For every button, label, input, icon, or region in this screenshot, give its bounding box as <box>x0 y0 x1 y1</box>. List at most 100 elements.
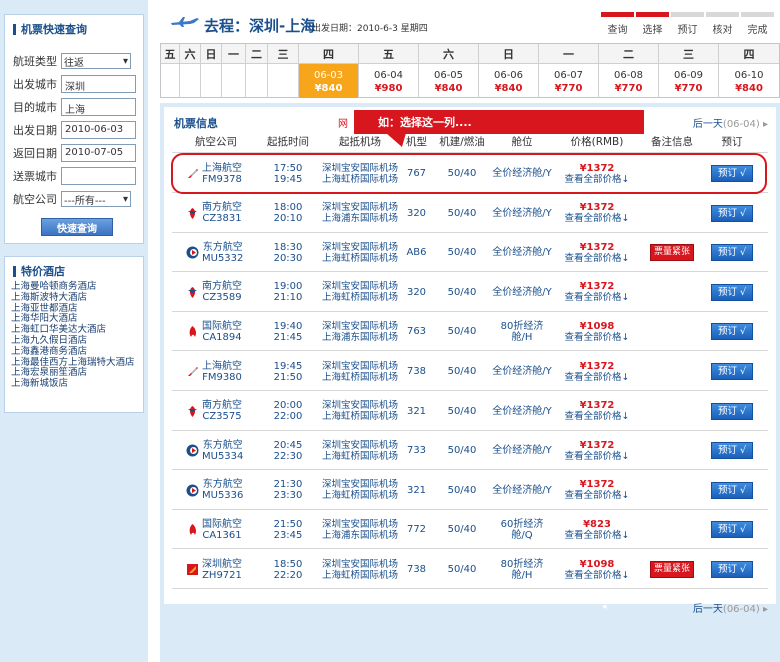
airline-logo-icon <box>186 444 199 457</box>
price-value: ¥1372 <box>579 241 615 253</box>
flight-info-panel: 机票信息 网 如：选择这一列.... 后一天(06-04) ▸ 航空公司 起抵时… <box>164 107 776 604</box>
calendar-day[interactable]: 06-08 ¥770 <box>599 64 659 98</box>
view-all-prices-link[interactable]: 查看全部价格↓ <box>565 530 630 541</box>
flight-row[interactable]: 深圳航空 ZH9721 18:50 22:20 深圳宝安国际机场 上海虹桥国际机场 738 5… <box>172 550 768 589</box>
cabin-class: 全价经济舱/Y <box>492 405 552 417</box>
view-all-prices-link[interactable]: 查看全部价格↓ <box>565 570 630 581</box>
view-all-prices-link[interactable]: 查看全部价格↓ <box>565 411 630 422</box>
calendar-day[interactable]: 06-04 ¥980 <box>359 64 419 98</box>
note-cell <box>642 194 702 233</box>
view-all-prices-link[interactable]: 查看全部价格↓ <box>565 451 630 462</box>
arrow-left-icon[interactable]: ◂ <box>602 602 607 612</box>
book-cell: 预订 √ <box>702 194 762 233</box>
airline-select[interactable]: ---所有--- ▾ <box>61 191 131 207</box>
book-button[interactable]: 预订 √ <box>711 363 753 380</box>
aircraft-model: 321 <box>406 484 427 496</box>
step-query: 查询 <box>601 12 634 36</box>
weekday-header: 日 <box>479 44 539 64</box>
to-city-input[interactable]: 上海 <box>61 98 136 116</box>
airline-name: 深圳航空 <box>202 558 242 570</box>
flight-row[interactable]: 东方航空 MU5332 18:30 20:30 深圳宝安国际机场 上海虹桥国际机场 AB6 5… <box>172 233 768 273</box>
from-city-input[interactable]: 深圳 <box>61 75 136 93</box>
airline-name: 国际航空 <box>202 518 242 530</box>
hotel-link[interactable]: 上海鑫港商务酒店 <box>11 346 135 358</box>
quick-search-button[interactable]: 快速查询 <box>41 218 113 236</box>
flight-row[interactable]: 南方航空 CZ3831 18:00 20:10 深圳宝安国际机场 上海浦东国际机场 320 5… <box>172 194 768 233</box>
hotels-title: 特价酒店 <box>5 257 143 279</box>
book-button[interactable]: 预订 √ <box>711 244 753 262</box>
return-date-row: 返回日期 2010-07-05 <box>13 144 139 162</box>
arrow-right-icon: ▸ <box>759 119 768 130</box>
col-airport: 起抵机场 <box>339 136 381 148</box>
aircraft-model: 763 <box>406 326 427 338</box>
book-button[interactable]: 预订 √ <box>711 204 753 222</box>
delivery-city-input[interactable] <box>61 167 136 185</box>
cabin-class: 全价经济舱/Y <box>492 445 552 457</box>
calendar-day[interactable]: 06-09 ¥770 <box>659 64 719 98</box>
book-cell: 预订 √ <box>702 471 762 510</box>
airline-logo-icon <box>186 365 199 378</box>
flight-row[interactable]: 东方航空 MU5334 20:45 22:30 深圳宝安国际机场 上海虹桥国际机场 733 5… <box>172 431 768 471</box>
hotel-link[interactable]: 上海新城饭店 <box>11 378 135 390</box>
airline-cell: 南方航空 CZ3575 <box>172 392 260 431</box>
book-cell: 预订 √ <box>702 273 762 312</box>
time-cell: 19:40 21:45 <box>260 312 316 351</box>
book-button[interactable]: 预订 √ <box>711 402 753 420</box>
return-date-input[interactable]: 2010-07-05 <box>61 144 136 162</box>
view-all-prices-link[interactable]: 查看全部价格↓ <box>565 332 630 343</box>
view-all-prices-link[interactable]: 查看全部价格↓ <box>565 490 630 501</box>
arrival-airport: 上海虹桥国际机场 <box>321 371 398 383</box>
flight-row[interactable]: 国际航空 CA1894 19:40 21:45 深圳宝安国际机场 上海浦东国际机场 763 5… <box>172 312 768 352</box>
calendar-day[interactable]: 06-07 ¥770 <box>539 64 599 98</box>
flight-row[interactable]: 国际航空 CA1361 21:50 23:45 深圳宝安国际机场 上海浦东国际机场 772 5… <box>172 510 768 550</box>
weekday-header: 四 <box>719 44 779 64</box>
flight-row[interactable]: 东方航空 MU5336 21:30 23:30 深圳宝安国际机场 上海虹桥国际机场 321 5… <box>172 471 768 510</box>
calendar-empty-cell <box>246 64 268 98</box>
next-day-link[interactable]: 后一天(06-04) ▸ <box>693 115 768 130</box>
book-cell: 预订 √ <box>702 352 762 391</box>
depart-date-input[interactable]: 2010-06-03 <box>61 121 136 139</box>
book-button[interactable]: 预订 √ <box>711 561 753 578</box>
tax-fuel: 50/40 <box>447 247 477 259</box>
book-button[interactable]: 预订 √ <box>711 481 753 499</box>
book-button[interactable]: 预订 √ <box>711 442 753 460</box>
airline-logo-icon <box>186 484 199 497</box>
trip-type-select[interactable]: 往返 ▾ <box>61 53 131 69</box>
flight-row[interactable]: 南方航空 CZ3575 20:00 22:00 深圳宝安国际机场 上海虹桥国际机场 321 5… <box>172 392 768 431</box>
hotel-link[interactable]: 上海斯波特大酒店 <box>11 292 135 304</box>
to-city-row: 目的城市 上海 <box>13 98 139 116</box>
trip-type-label: 航班类型 <box>13 55 57 68</box>
note-cell <box>642 312 702 351</box>
book-button[interactable]: 预订 √ <box>711 521 753 539</box>
low-availability-badge: 票量紧张 <box>649 561 694 578</box>
calendar-empty-cell <box>201 64 222 98</box>
col-note: 备注信息 <box>651 136 693 148</box>
calendar-day[interactable]: 06-05 ¥840 <box>419 64 479 98</box>
airport-cell: 深圳宝安国际机场 上海虹桥国际机场 <box>316 431 404 470</box>
airline-row: 航空公司 ---所有--- ▾ <box>13 191 139 207</box>
flight-row[interactable]: 南方航空 CZ3589 19:00 21:10 深圳宝安国际机场 上海虹桥国际机场 320 5… <box>172 273 768 312</box>
airline-name: 上海航空 <box>202 360 242 372</box>
view-all-prices-link[interactable]: 查看全部价格↓ <box>565 253 630 264</box>
departure-time: 19:40 <box>273 320 303 332</box>
left-sidebar: 机票快速查询 航班类型 往返 ▾ 出发城市 深圳 目的城市 上海 出发日期 20… <box>0 0 148 662</box>
airline-label: 航空公司 <box>13 193 57 206</box>
flight-row[interactable]: 上海航空 FM9380 19:45 21:50 深圳宝安国际机场 上海虹桥国际机场 738 5… <box>172 352 768 391</box>
weekday-header: 三 <box>268 44 299 64</box>
price-cell: ¥1098 查看全部价格↓ <box>552 312 642 351</box>
aircraft-model: 738 <box>406 564 427 575</box>
airline-name: 国际航空 <box>202 320 242 332</box>
return-date-label: 返回日期 <box>13 147 57 160</box>
calendar-day-selected[interactable]: 06-03 ¥840 <box>299 64 359 98</box>
calendar-day[interactable]: 06-06 ¥840 <box>479 64 539 98</box>
view-all-prices-link[interactable]: 查看全部价格↓ <box>565 372 630 383</box>
note-cell <box>642 352 702 391</box>
book-button[interactable]: 预订 √ <box>711 283 753 301</box>
quick-search-title: 机票快速查询 <box>5 15 143 37</box>
calendar-day[interactable]: 06-10 ¥840 <box>719 64 779 98</box>
next-day-link-bottom[interactable]: 后一天(06-04) ▸ <box>693 600 768 615</box>
book-button[interactable]: 预订 √ <box>711 323 753 341</box>
view-all-prices-link[interactable]: 查看全部价格↓ <box>565 292 630 303</box>
airline-name: 南方航空 <box>202 202 242 214</box>
view-all-prices-link[interactable]: 查看全部价格↓ <box>565 213 630 224</box>
